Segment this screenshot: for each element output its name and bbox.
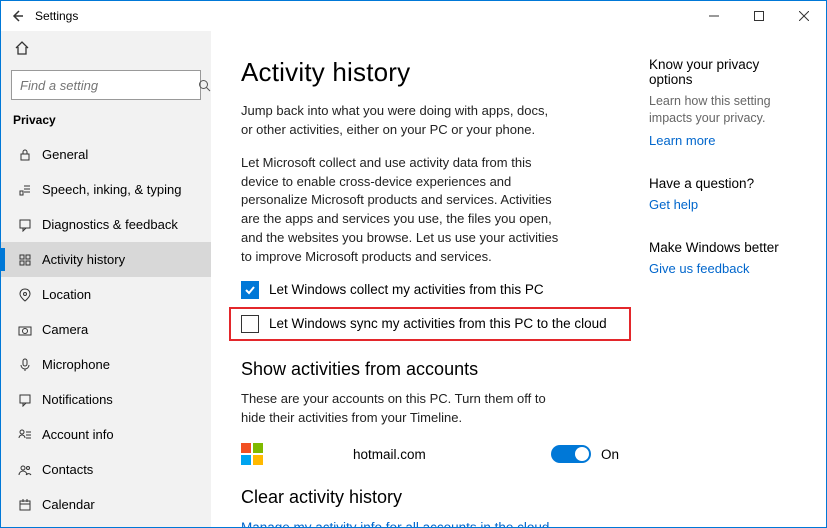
sidebar-item-account-info[interactable]: Account info (1, 417, 211, 452)
account-row: hotmail.com On (241, 443, 619, 465)
aside-column: Know your privacy options Learn how this… (649, 31, 826, 527)
accounts-text: These are your accounts on this PC. Turn… (241, 390, 561, 428)
search-input[interactable] (20, 78, 198, 93)
sidebar-item-call-history[interactable]: Call history (1, 522, 211, 527)
sidebar-item-general[interactable]: General (1, 137, 211, 172)
sidebar: Privacy General Speech, inking, & typing… (1, 31, 211, 527)
checkbox-collect-label: Let Windows collect my activities from t… (269, 282, 544, 297)
clear-heading: Clear activity history (241, 487, 619, 508)
page-title: Activity history (241, 57, 619, 88)
account-icon (14, 428, 36, 442)
microsoft-logo-icon (241, 443, 263, 465)
speech-icon (14, 183, 36, 197)
sidebar-item-label: Notifications (36, 392, 113, 407)
sidebar-item-label: Camera (36, 322, 88, 337)
content-area[interactable]: Activity history Jump back into what you… (211, 31, 826, 527)
get-help-link[interactable]: Get help (649, 197, 806, 212)
maximize-icon (754, 11, 764, 21)
intro-text-1: Jump back into what you were doing with … (241, 102, 561, 140)
home-icon (14, 40, 30, 56)
back-arrow-icon (10, 9, 24, 23)
learn-more-link[interactable]: Learn more (649, 133, 806, 148)
sidebar-item-label: Speech, inking, & typing (36, 182, 181, 197)
manage-activity-link[interactable]: Manage my activity info for all accounts… (241, 520, 619, 527)
know-privacy-text: Learn how this setting impacts your priv… (649, 93, 806, 127)
checkbox-sync-label: Let Windows sync my activities from this… (269, 316, 607, 331)
toggle-state-label: On (601, 447, 619, 462)
better-heading: Make Windows better (649, 240, 806, 255)
section-label: Privacy (1, 109, 211, 137)
settings-window: Settings Privacy (0, 0, 827, 528)
sidebar-item-diagnostics[interactable]: Diagnostics & feedback (1, 207, 211, 242)
question-heading: Have a question? (649, 176, 806, 191)
feedback-icon (14, 218, 36, 232)
sidebar-item-location[interactable]: Location (1, 277, 211, 312)
sidebar-item-speech[interactable]: Speech, inking, & typing (1, 172, 211, 207)
back-button[interactable] (1, 1, 33, 31)
close-icon (799, 11, 809, 21)
checkbox-sync-row[interactable]: Let Windows sync my activities from this… (241, 315, 619, 333)
feedback-link[interactable]: Give us feedback (649, 261, 806, 276)
checkbox-sync[interactable] (241, 315, 259, 333)
location-icon (14, 288, 36, 302)
titlebar: Settings (1, 1, 826, 31)
sidebar-item-label: Activity history (36, 252, 125, 267)
account-label: hotmail.com (353, 447, 551, 462)
body: Privacy General Speech, inking, & typing… (1, 31, 826, 527)
sidebar-item-microphone[interactable]: Microphone (1, 347, 211, 382)
microphone-icon (14, 358, 36, 372)
minimize-button[interactable] (691, 1, 736, 31)
sidebar-item-contacts[interactable]: Contacts (1, 452, 211, 487)
sidebar-item-label: Calendar (36, 497, 95, 512)
lock-icon (14, 148, 36, 162)
highlighted-sync-option: Let Windows sync my activities from this… (229, 307, 631, 341)
sidebar-item-label: Account info (36, 427, 114, 442)
sidebar-item-label: Microphone (36, 357, 110, 372)
know-privacy-heading: Know your privacy options (649, 57, 806, 87)
checkbox-collect-row[interactable]: Let Windows collect my activities from t… (241, 281, 619, 299)
intro-text-2: Let Microsoft collect and use activity d… (241, 154, 561, 267)
notifications-icon (14, 393, 36, 407)
search-icon (198, 79, 211, 92)
sidebar-item-camera[interactable]: Camera (1, 312, 211, 347)
minimize-icon (709, 11, 719, 21)
sidebar-item-label: Diagnostics & feedback (36, 217, 178, 232)
camera-icon (14, 323, 36, 337)
sidebar-item-activity-history[interactable]: Activity history (1, 242, 211, 277)
account-toggle[interactable] (551, 445, 591, 463)
sidebar-item-label: Location (36, 287, 91, 302)
maximize-button[interactable] (736, 1, 781, 31)
window-title: Settings (33, 9, 78, 23)
checkbox-collect[interactable] (241, 281, 259, 299)
check-icon (244, 284, 256, 296)
sidebar-item-label: Contacts (36, 462, 93, 477)
nav-list[interactable]: General Speech, inking, & typing Diagnos… (1, 137, 211, 527)
calendar-icon (14, 498, 36, 512)
accounts-heading: Show activities from accounts (241, 359, 619, 380)
contacts-icon (14, 463, 36, 477)
main-column: Activity history Jump back into what you… (211, 31, 649, 527)
close-button[interactable] (781, 1, 826, 31)
sidebar-item-label: General (36, 147, 88, 162)
home-button[interactable] (1, 31, 211, 65)
activity-icon (14, 253, 36, 267)
sidebar-item-calendar[interactable]: Calendar (1, 487, 211, 522)
search-box[interactable] (11, 70, 201, 100)
sidebar-item-notifications[interactable]: Notifications (1, 382, 211, 417)
